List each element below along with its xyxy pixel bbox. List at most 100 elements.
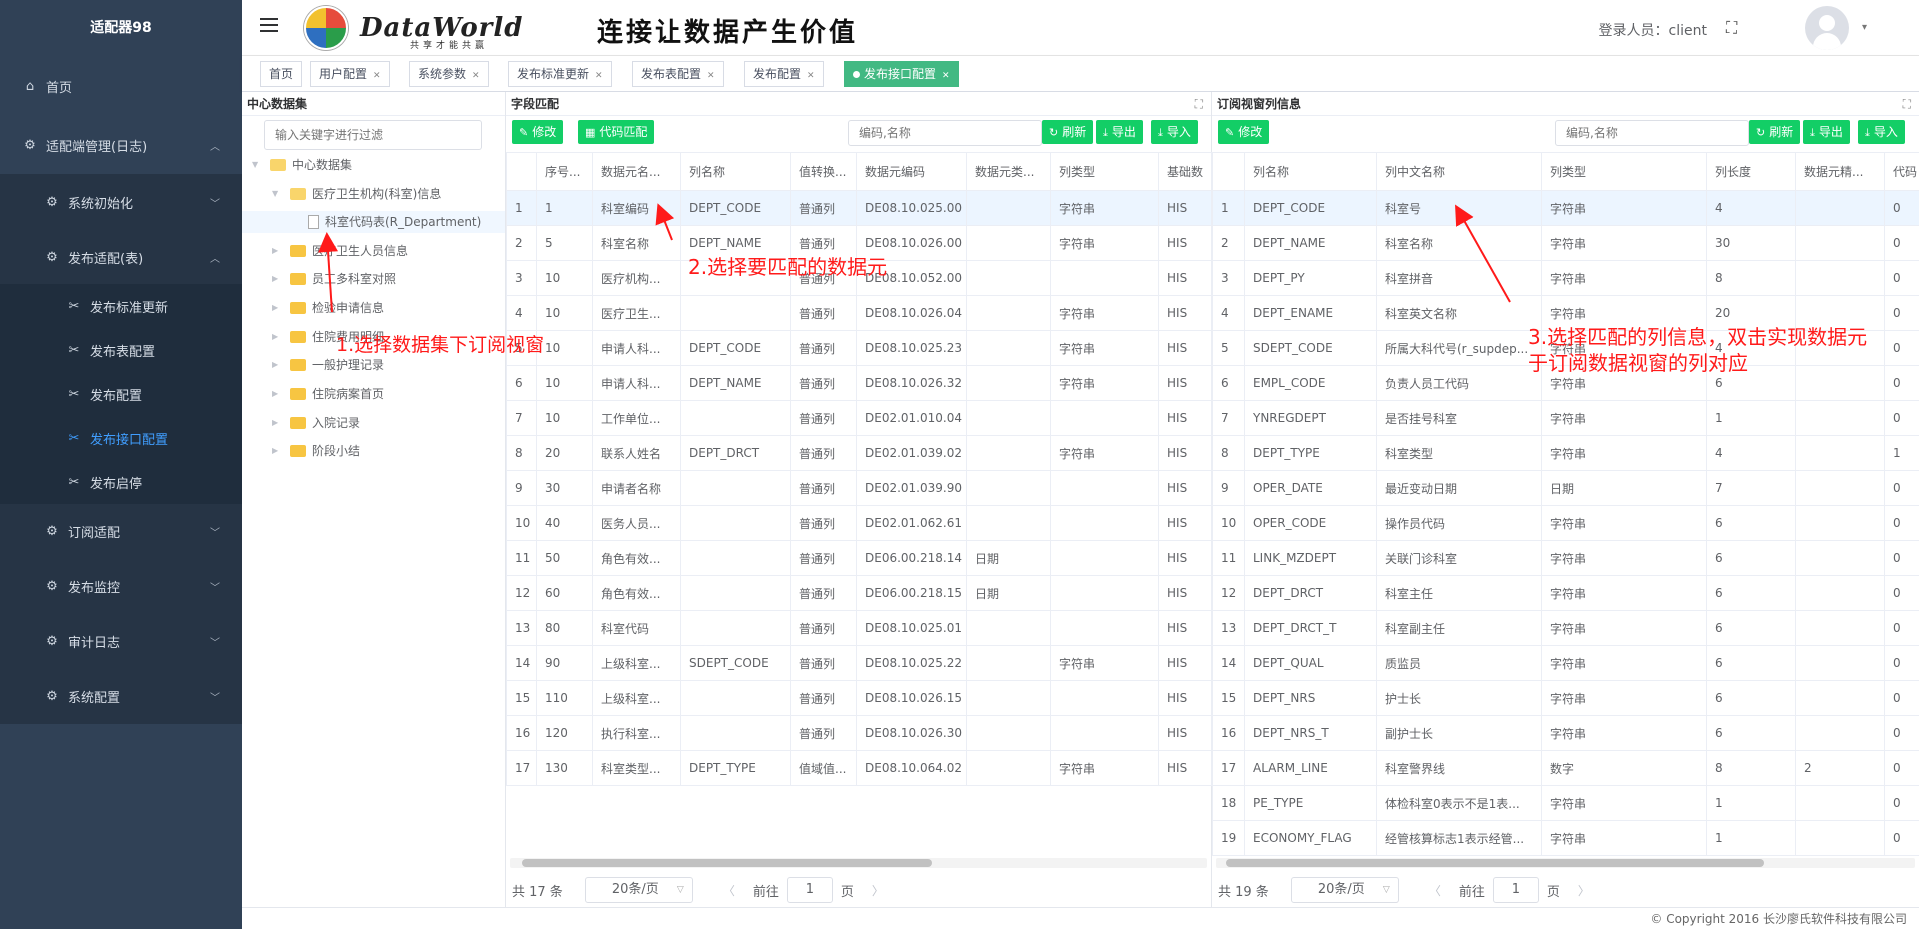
- menu-leaf-interface-config[interactable]: ✂ 发布接口配置: [0, 416, 242, 460]
- column-header[interactable]: 值转换...: [790, 152, 857, 191]
- menu-home[interactable]: ⌂ 首页: [0, 56, 242, 116]
- horizontal-scrollbar[interactable]: [1216, 858, 1915, 868]
- menu-audit-log[interactable]: ⚙ 审计日志 ﹀: [0, 614, 242, 669]
- hamburger-icon[interactable]: [260, 18, 278, 34]
- edit-button[interactable]: ✎ 修改: [1218, 120, 1270, 144]
- table-row[interactable]: 5 10 申请人科... DEPT_CODE 普通列 DE08.10.025.23 字符串 H…: [506, 330, 1212, 366]
- page-input[interactable]: 1: [1492, 877, 1539, 903]
- column-header[interactable]: 列名称: [1244, 152, 1377, 191]
- menu-adapter-mgmt[interactable]: ⚙ 适配端管理(日志) ︿: [0, 116, 242, 174]
- table-row[interactable]: 2 DEPT_NAME 科室名称 字符串 30 0: [1212, 225, 1919, 261]
- tag-table-config[interactable]: 发布表配置 ✕: [632, 61, 724, 87]
- edit-button[interactable]: ✎ 修改: [512, 120, 564, 144]
- close-icon[interactable]: ✕: [595, 71, 603, 81]
- tag-publish-config[interactable]: 发布配置 ✕: [744, 61, 824, 87]
- avatar[interactable]: [1805, 6, 1849, 50]
- table-row[interactable]: 16 120 执行科室... 普通列 DE08.10.026.30 HIS: [506, 715, 1212, 751]
- table-row[interactable]: 3 DEPT_PY 科室拼音 字符串 8 0: [1212, 260, 1919, 296]
- field-search-input[interactable]: [848, 120, 1042, 146]
- tree-node[interactable]: ▶ 检验申请信息: [272, 297, 384, 319]
- page-size-select[interactable]: 20条/页 ▽: [1290, 877, 1399, 903]
- expand-icon[interactable]: ⛶: [1903, 92, 1911, 116]
- table-row[interactable]: 10 OPER_CODE 操作员代码 字符串 6 0: [1212, 505, 1919, 541]
- tree-node[interactable]: ▶ 入院记录: [272, 412, 360, 434]
- refresh-button[interactable]: ↻ 刷新: [1042, 120, 1094, 144]
- tag-user-config[interactable]: 用户配置 ✕: [310, 61, 390, 87]
- table-row[interactable]: 12 60 角色有效... 普通列 DE06.00.218.15 日期 HIS: [506, 575, 1212, 611]
- expand-icon[interactable]: ⛶: [1195, 92, 1203, 116]
- table-row[interactable]: 16 DEPT_NRS_T 副护士长 字符串 6 0: [1212, 715, 1919, 751]
- horizontal-scrollbar[interactable]: [510, 858, 1207, 868]
- page-input[interactable]: 1: [786, 877, 833, 903]
- close-icon[interactable]: ✕: [807, 71, 815, 81]
- prev-page-icon[interactable]: 〈: [723, 882, 735, 899]
- scrollbar-thumb[interactable]: [1226, 859, 1764, 867]
- table-row[interactable]: 1 1 科室编码 DEPT_CODE 普通列 DE08.10.025.00 字符串 HIS: [506, 190, 1212, 226]
- table-row[interactable]: 9 30 申请者名称 普通列 DE02.01.039.90 HIS: [506, 470, 1212, 506]
- next-page-icon[interactable]: 〉: [872, 882, 884, 899]
- import-button[interactable]: ⤓ 导入: [1858, 120, 1905, 144]
- tree-filter-input[interactable]: [264, 120, 482, 150]
- table-row[interactable]: 14 90 上级科室... SDEPT_CODE 普通列 DE08.10.025.22 字符…: [506, 645, 1212, 681]
- table-row[interactable]: 13 DEPT_DRCT_T 科室副主任 字符串 6 0: [1212, 610, 1919, 646]
- column-header[interactable]: [1212, 152, 1245, 191]
- tag-home[interactable]: 首页: [260, 61, 303, 87]
- table-row[interactable]: 17 130 科室类型... DEPT_TYPE 值域值... DE08.10.064.0…: [506, 750, 1212, 786]
- tree-node[interactable]: ▶ 医疗卫生人员信息: [272, 240, 408, 262]
- table-row[interactable]: 7 YNREGDEPT 是否挂号科室 字符串 1 0: [1212, 400, 1919, 436]
- tag-sys-param[interactable]: 系统参数 ✕: [409, 61, 489, 87]
- menu-leaf-standard-update[interactable]: ✂ 发布标准更新: [0, 284, 242, 328]
- table-row[interactable]: 17 ALARM_LINE 科室警界线 数字 8 2 0: [1212, 750, 1919, 786]
- table-row[interactable]: 9 OPER_DATE 最近变动日期 日期 7 0: [1212, 470, 1919, 506]
- close-icon[interactable]: ✕: [373, 71, 381, 81]
- next-page-icon[interactable]: 〉: [1578, 882, 1590, 899]
- column-header[interactable]: 列类型: [1541, 152, 1707, 191]
- tag-interface-config[interactable]: 发布接口配置 ✕: [844, 61, 959, 87]
- fullscreen-icon[interactable]: ⛶: [1726, 18, 1744, 37]
- column-header[interactable]: 列类型: [1050, 152, 1159, 191]
- table-row[interactable]: 19 ECONOMY_FLAG 经管核算标志1表示经管... 字符串 1 0: [1212, 820, 1919, 856]
- column-header[interactable]: 列名称: [680, 152, 791, 191]
- menu-sys-config[interactable]: ⚙ 系统配置 ﹀: [0, 669, 242, 724]
- table-row[interactable]: 4 10 医疗卫生... 普通列 DE08.10.026.04 字符串 HIS: [506, 295, 1212, 331]
- tag-standard-update[interactable]: 发布标准更新 ✕: [508, 61, 612, 87]
- code-match-button[interactable]: ▦ 代码匹配: [578, 120, 655, 144]
- table-row[interactable]: 8 DEPT_TYPE 科室类型 字符串 4 1: [1212, 435, 1919, 471]
- tree-node[interactable]: ▶ 一般护理记录: [272, 354, 384, 376]
- menu-publish-adapt[interactable]: ⚙ 发布适配(表) ︿: [0, 230, 242, 284]
- tree-node[interactable]: ▶ 员工多科室对照: [272, 268, 396, 290]
- menu-leaf-start-stop[interactable]: ✂ 发布启停: [0, 460, 242, 504]
- column-header[interactable]: 数据元编码: [856, 152, 967, 191]
- table-row[interactable]: 14 DEPT_QUAL 质监员 字符串 6 0: [1212, 645, 1919, 681]
- table-row[interactable]: 1 DEPT_CODE 科室号 字符串 4 0: [1212, 190, 1919, 226]
- table-row[interactable]: 15 DEPT_NRS 护士长 字符串 6 0: [1212, 680, 1919, 716]
- page-size-select[interactable]: 20条/页 ▽: [584, 877, 693, 903]
- column-header[interactable]: 基础数: [1158, 152, 1212, 191]
- caret-down-icon[interactable]: ▾: [1862, 22, 1867, 33]
- refresh-button[interactable]: ↻ 刷新: [1749, 120, 1801, 144]
- tree-node[interactable]: ▶ 阶段小结: [272, 440, 360, 462]
- close-icon[interactable]: ✕: [942, 71, 950, 81]
- tree-node-selected[interactable]: 科室代码表(R_Department): [242, 211, 505, 233]
- column-header[interactable]: 数据元精...: [1795, 152, 1885, 191]
- table-row[interactable]: 15 110 上级科室... 普通列 DE08.10.026.15 HIS: [506, 680, 1212, 716]
- column-header[interactable]: 序号...: [536, 152, 593, 191]
- column-header[interactable]: 数据元类...: [966, 152, 1051, 191]
- column-header[interactable]: 数据元名...: [592, 152, 681, 191]
- tree-node[interactable]: ▶ 住院病案首页: [272, 383, 384, 405]
- table-row[interactable]: 7 10 工作单位... 普通列 DE02.01.010.04 HIS: [506, 400, 1212, 436]
- menu-leaf-table-config[interactable]: ✂ 发布表配置: [0, 328, 242, 372]
- table-row[interactable]: 10 40 医务人员... 普通列 DE02.01.062.61 HIS: [506, 505, 1212, 541]
- export-button[interactable]: ⤓ 导出: [1096, 120, 1143, 144]
- menu-subscribe-adapt[interactable]: ⚙ 订阅适配 ﹀: [0, 504, 242, 559]
- menu-sys-init[interactable]: ⚙ 系统初始化 ﹀: [0, 174, 242, 230]
- close-icon[interactable]: ✕: [472, 71, 480, 81]
- export-button[interactable]: ⤓ 导出: [1803, 120, 1850, 144]
- close-icon[interactable]: ✕: [707, 71, 715, 81]
- table-row[interactable]: 13 80 科室代码 普通列 DE08.10.025.01 HIS: [506, 610, 1212, 646]
- column-header[interactable]: 列长度: [1706, 152, 1796, 191]
- table-row[interactable]: 8 20 联系人姓名 DEPT_DRCT 普通列 DE02.01.039.02 字符串 HIS: [506, 435, 1212, 471]
- table-row[interactable]: 11 50 角色有效... 普通列 DE06.00.218.14 日期 HIS: [506, 540, 1212, 576]
- import-button[interactable]: ⤓ 导入: [1151, 120, 1198, 144]
- table-row[interactable]: 12 DEPT_DRCT 科室主任 字符串 6 0: [1212, 575, 1919, 611]
